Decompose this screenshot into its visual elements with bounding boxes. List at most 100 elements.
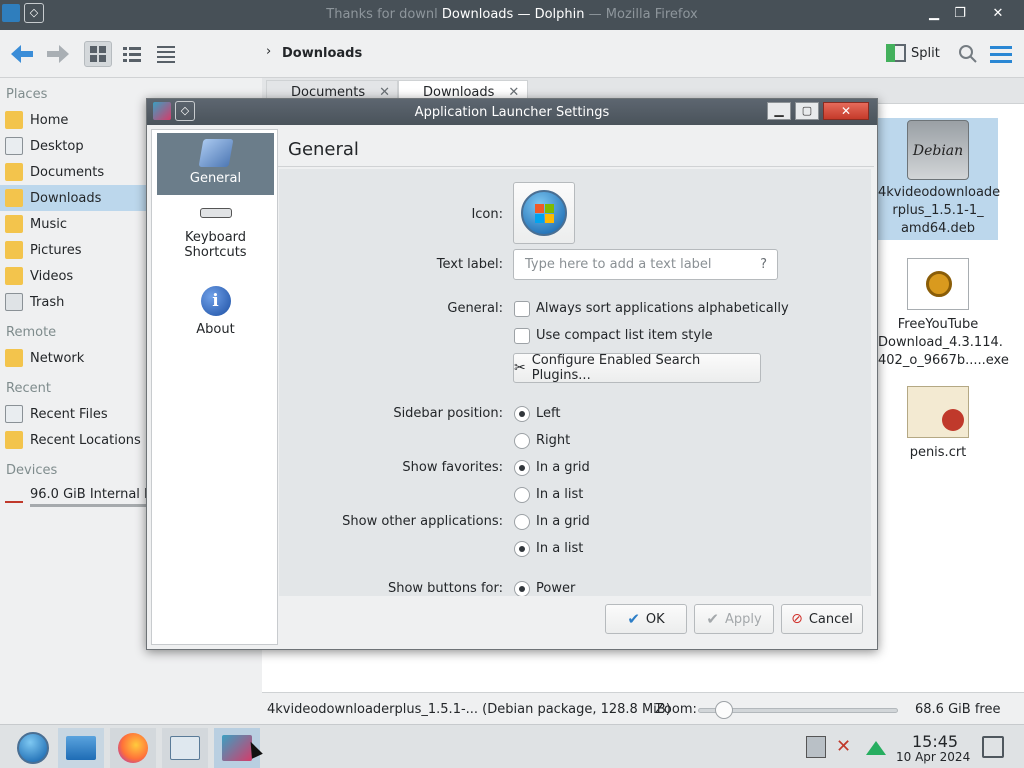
- windows-logo-icon: [17, 732, 49, 764]
- cancel-icon: ⊘: [791, 611, 803, 627]
- recent-files-icon: [5, 405, 23, 423]
- clock-date[interactable]: 10 Apr 2024: [896, 750, 970, 764]
- sidebar-right-radio[interactable]: [514, 433, 530, 449]
- other-grid-radio[interactable]: [514, 514, 530, 530]
- hamburger-menu-icon[interactable]: [990, 45, 1012, 67]
- help-icon[interactable]: ?: [760, 257, 767, 272]
- file-item[interactable]: FreeYouTube Download_4.3.114. 402_o_9667…: [878, 256, 1009, 370]
- info-icon: i: [200, 286, 231, 316]
- buttons-power-radio[interactable]: [514, 581, 530, 596]
- dialog-close-button[interactable]: ✕: [823, 102, 869, 120]
- status-bar: 4kvideodownloaderplus_1.5.1-... (Debian …: [262, 692, 1024, 724]
- file-item[interactable]: penis.crt: [878, 384, 998, 462]
- system-settings-icon: [170, 736, 200, 760]
- file-item[interactable]: Debian 4kvideodownloade rplus_1.5.1-1_ a…: [878, 118, 1000, 240]
- taskbar: ✕ 15:45 10 Apr 2024: [0, 724, 1024, 768]
- music-folder-icon: [5, 215, 23, 233]
- dialog-maximize-button[interactable]: ▢: [795, 102, 819, 120]
- videos-folder-icon: [5, 267, 23, 285]
- task-firefox[interactable]: [110, 728, 156, 768]
- sidebar-position-label: Sidebar position:: [393, 406, 503, 421]
- sidebar-left-radio[interactable]: [514, 406, 530, 422]
- maximize-button[interactable]: ❐: [948, 3, 972, 25]
- dialog-minimize-button[interactable]: ▁: [767, 102, 791, 120]
- compact-list-label: Use compact list item style: [536, 328, 713, 343]
- dialog-titlebar: ◇ Application Launcher Settings ▁ ▢ ✕: [147, 99, 877, 125]
- other-grid-label: In a grid: [536, 514, 590, 529]
- zoom-label: Zoom:: [655, 702, 697, 717]
- sort-alphabetically-checkbox[interactable]: [514, 301, 530, 317]
- forward-button[interactable]: [44, 41, 72, 67]
- text-label-placeholder: Type here to add a text label: [525, 257, 712, 272]
- launcher-icon-button[interactable]: [513, 182, 575, 244]
- text-label-label: Text label:: [436, 257, 503, 272]
- split-icon: [886, 44, 906, 62]
- compact-view-button[interactable]: [118, 41, 146, 67]
- clock-time[interactable]: 15:45: [912, 732, 958, 751]
- show-other-apps-label: Show other applications:: [342, 514, 503, 529]
- search-icon[interactable]: [958, 44, 978, 68]
- keyboard-icon: [199, 208, 232, 218]
- icon-label: Icon:: [471, 207, 503, 222]
- file-manager-icon: [66, 736, 96, 760]
- cancel-button[interactable]: ⊘ Cancel: [781, 604, 863, 634]
- favorites-list-label: In a list: [536, 487, 584, 502]
- remote-header: Remote: [6, 325, 57, 340]
- breadcrumb[interactable]: Downloads: [282, 46, 362, 61]
- firefox-icon: [118, 733, 148, 763]
- task-dolphin[interactable]: [58, 728, 104, 768]
- places-header: Places: [6, 87, 48, 102]
- toolbar: › Downloads Split: [0, 30, 1024, 78]
- show-desktop-icon[interactable]: [982, 736, 1004, 758]
- recent-header: Recent: [6, 381, 51, 396]
- zoom-slider-handle[interactable]: [715, 701, 733, 719]
- devices-header: Devices: [6, 463, 58, 478]
- free-space: 68.6 GiB free: [915, 702, 1001, 717]
- details-view-button[interactable]: [152, 41, 180, 67]
- start-menu-button[interactable]: [10, 728, 56, 768]
- windows-logo-icon: [521, 190, 567, 236]
- breadcrumb-chevron-icon: ›: [266, 44, 272, 59]
- task-system-settings[interactable]: [162, 728, 208, 768]
- buttons-power-label: Power: [536, 581, 576, 596]
- compact-list-checkbox[interactable]: [514, 328, 530, 344]
- other-list-label: In a list: [536, 541, 584, 556]
- category-keyboard-shortcuts[interactable]: Keyboard Shortcuts: [157, 202, 274, 274]
- documents-folder-icon: [5, 163, 23, 181]
- check-icon: ✔: [627, 610, 640, 628]
- favorites-list-radio[interactable]: [514, 487, 530, 503]
- split-button[interactable]: Split: [886, 44, 940, 62]
- category-general[interactable]: General: [157, 133, 274, 195]
- debian-package-icon: Debian: [907, 120, 969, 180]
- favorites-grid-radio[interactable]: [514, 460, 530, 476]
- settings-form: Icon: Text label: Type here to add a tex…: [279, 169, 871, 596]
- icons-view-button[interactable]: [84, 41, 112, 67]
- minimize-button[interactable]: ▁: [922, 3, 946, 25]
- pictures-folder-icon: [5, 241, 23, 259]
- network-folder-icon: [5, 349, 23, 367]
- close-button[interactable]: ✕: [986, 3, 1010, 25]
- selection-info: 4kvideodownloaderplus_1.5.1-... (Debian …: [267, 702, 671, 717]
- downloads-folder-icon: [5, 189, 23, 207]
- other-list-radio[interactable]: [514, 541, 530, 557]
- configure-search-plugins-button[interactable]: ✂ Configure Enabled Search Plugins...: [513, 353, 761, 383]
- trash-icon: [5, 293, 23, 311]
- volume-muted-tray-icon[interactable]: ✕: [836, 736, 858, 758]
- drive-icon: [5, 485, 23, 503]
- settings-dialog: ◇ Application Launcher Settings ▁ ▢ ✕ Ge…: [146, 98, 878, 650]
- window-titlebar: ◇ Thanks for downl Downloads — Dolphin —…: [0, 0, 1024, 30]
- category-about[interactable]: i About: [157, 284, 274, 340]
- general-label: General:: [447, 301, 503, 316]
- ok-button[interactable]: ✔ OK: [605, 604, 687, 634]
- network-tray-icon[interactable]: [866, 741, 886, 755]
- category-list: General Keyboard Shortcuts i About: [151, 129, 278, 645]
- exe-icon: [907, 258, 969, 310]
- show-favorites-label: Show favorites:: [402, 460, 503, 475]
- clipboard-tray-icon[interactable]: [806, 736, 826, 758]
- text-label-input[interactable]: Type here to add a text label ?: [513, 249, 778, 280]
- apply-button[interactable]: ✔ Apply: [694, 604, 774, 634]
- tools-icon: ✂: [514, 360, 526, 376]
- sidebar-right-label: Right: [536, 433, 571, 448]
- back-button[interactable]: [8, 41, 36, 67]
- sidebar-left-label: Left: [536, 406, 561, 421]
